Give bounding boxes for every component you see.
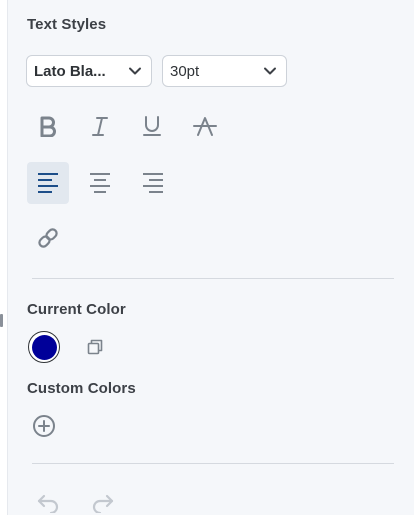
font-family-select[interactable]: Lato Bla...	[26, 55, 152, 87]
redo-button[interactable]	[82, 482, 124, 524]
section-divider	[32, 278, 394, 279]
strikethrough-button[interactable]	[184, 105, 226, 147]
align-left-button[interactable]	[27, 162, 69, 204]
font-family-value: Lato Bla...	[34, 62, 106, 80]
bold-icon	[40, 116, 56, 137]
custom-colors-title: Custom Colors	[27, 380, 136, 397]
underline-icon	[143, 116, 161, 136]
align-center-button[interactable]	[79, 162, 121, 204]
link-icon	[38, 228, 58, 248]
copy-color-button[interactable]	[74, 326, 116, 368]
text-styles-panel: Text Styles Lato Bla... 30pt Current Col…	[8, 0, 414, 515]
left-rail	[0, 0, 8, 515]
align-center-icon	[90, 173, 110, 193]
section-divider	[32, 463, 394, 464]
current-color-title: Current Color	[27, 301, 126, 318]
redo-icon	[92, 494, 114, 513]
font-size-select[interactable]: 30pt	[162, 55, 287, 87]
chevron-down-icon	[264, 67, 276, 75]
text-styles-title: Text Styles	[27, 16, 107, 33]
align-right-icon	[143, 173, 163, 193]
plus-circle-icon	[33, 415, 55, 437]
add-custom-color-button[interactable]	[23, 405, 65, 447]
insert-link-button[interactable]	[27, 217, 69, 259]
italic-button[interactable]	[79, 105, 121, 147]
current-color-fill	[31, 334, 57, 360]
align-right-button[interactable]	[132, 162, 174, 204]
underline-button[interactable]	[131, 105, 173, 147]
align-left-icon	[38, 173, 58, 193]
copy-icon	[87, 339, 103, 355]
rail-resize-handle[interactable]	[0, 314, 3, 327]
undo-button[interactable]	[27, 482, 69, 524]
italic-icon	[92, 117, 108, 136]
current-color-swatch[interactable]	[28, 331, 60, 363]
chevron-down-icon	[129, 67, 141, 75]
bold-button[interactable]	[27, 105, 69, 147]
undo-icon	[37, 494, 59, 513]
strikethrough-icon	[193, 117, 217, 136]
font-size-value: 30pt	[170, 62, 200, 80]
